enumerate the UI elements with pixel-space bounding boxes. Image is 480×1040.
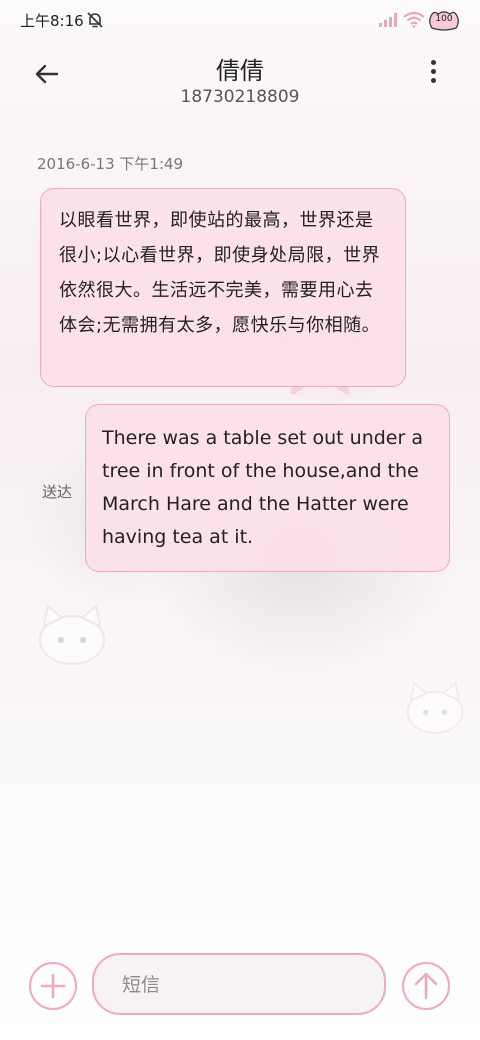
battery-level: 100 [435,14,453,24]
status-bar: 上午8:16 100 [0,0,480,40]
outgoing-message-bubble[interactable]: There was a table set out under a tree i… [85,404,450,572]
wifi-icon [403,12,425,28]
message-composer [0,945,480,1025]
message-timestamp: 2016-6-13 下午1:49 [37,155,184,173]
signal-icon [379,13,397,27]
conversation-header: 倩倩 18730218809 [0,45,480,115]
plus-icon[interactable] [28,961,78,1011]
send-arrow-icon[interactable] [401,961,451,1011]
contact-name: 倩倩 [216,57,264,85]
message-input[interactable] [120,969,374,1001]
contact-number: 18730218809 [180,87,300,107]
message-input-container[interactable] [92,953,386,1015]
incoming-message-text: 以眼看世界，即使站的最高，世界还是很小;以心看世界，即使身处局限，世界依然很大。… [59,210,381,336]
kitty-decoration-icon [406,681,464,734]
outgoing-message-text: There was a table set out under a tree i… [102,427,423,548]
kitty-decoration-icon [39,604,105,665]
status-time: 上午8:16 [20,12,84,30]
incoming-message-bubble[interactable]: 以眼看世界，即使站的最高，世界还是很小;以心看世界，即使身处局限，世界依然很大。… [40,188,406,387]
delivery-status: 送达 [42,483,73,501]
mute-icon [87,12,103,28]
more-vertical-icon[interactable] [420,57,446,87]
battery-icon: 100 [428,10,460,32]
